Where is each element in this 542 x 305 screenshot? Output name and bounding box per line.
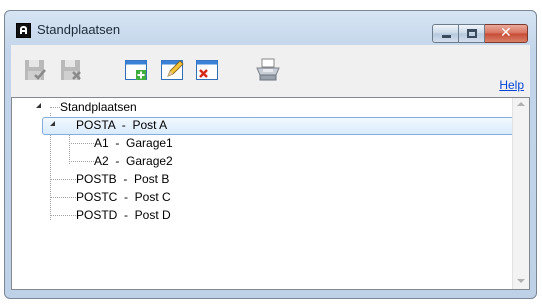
tree-root[interactable]: Standplaatsen bbox=[60, 100, 137, 115]
tree-connector bbox=[69, 131, 70, 164]
window-controls: ✕ bbox=[432, 24, 528, 43]
tree-node-postc[interactable]: POSTC - Post C bbox=[76, 190, 171, 205]
delete-window-icon[interactable] bbox=[195, 57, 221, 83]
tree-connector bbox=[50, 179, 76, 180]
close-icon: ✕ bbox=[500, 25, 512, 41]
close-button[interactable]: ✕ bbox=[485, 24, 528, 43]
tree-connector bbox=[69, 143, 94, 144]
tree-connector bbox=[69, 161, 94, 162]
tree-node-posta[interactable]: POSTA - Post A bbox=[76, 118, 167, 133]
minimize-icon bbox=[442, 35, 451, 38]
standplaatsen-window: Standplaatsen ✕ Help Standplaatsen POSTA… bbox=[4, 10, 537, 299]
app-icon[interactable] bbox=[16, 23, 31, 38]
scroll-up-icon[interactable] bbox=[517, 102, 525, 106]
save-cancel-icon[interactable] bbox=[59, 57, 85, 83]
toolbar: Help bbox=[11, 45, 530, 97]
title-bar[interactable]: Standplaatsen ✕ bbox=[5, 11, 536, 45]
tree-node-postb[interactable]: POSTB - Post B bbox=[76, 172, 169, 187]
save-check-icon[interactable] bbox=[23, 57, 49, 83]
new-window-icon[interactable] bbox=[124, 57, 150, 83]
tree-connector bbox=[50, 215, 76, 216]
tree-node-a1[interactable]: A1 - Garage1 bbox=[94, 136, 173, 151]
vertical-scrollbar[interactable] bbox=[512, 98, 529, 289]
tree-view[interactable]: Standplaatsen POSTA - Post A A1 - Garage… bbox=[11, 97, 530, 290]
window-title: Standplaatsen bbox=[37, 22, 121, 37]
tree-connector bbox=[50, 107, 60, 108]
tree-node-postd[interactable]: POSTD - Post D bbox=[76, 208, 171, 223]
printer-icon[interactable] bbox=[254, 57, 282, 83]
maximize-icon bbox=[467, 29, 477, 38]
help-link[interactable]: Help bbox=[499, 78, 524, 92]
maximize-button[interactable] bbox=[459, 24, 485, 43]
edit-icon[interactable] bbox=[160, 57, 186, 83]
collapse-icon[interactable] bbox=[50, 121, 55, 126]
collapse-icon[interactable] bbox=[36, 103, 41, 108]
tree-node-a2[interactable]: A2 - Garage2 bbox=[94, 154, 173, 169]
tree-connector bbox=[50, 197, 76, 198]
scroll-down-icon[interactable] bbox=[517, 279, 525, 283]
minimize-button[interactable] bbox=[432, 24, 459, 43]
